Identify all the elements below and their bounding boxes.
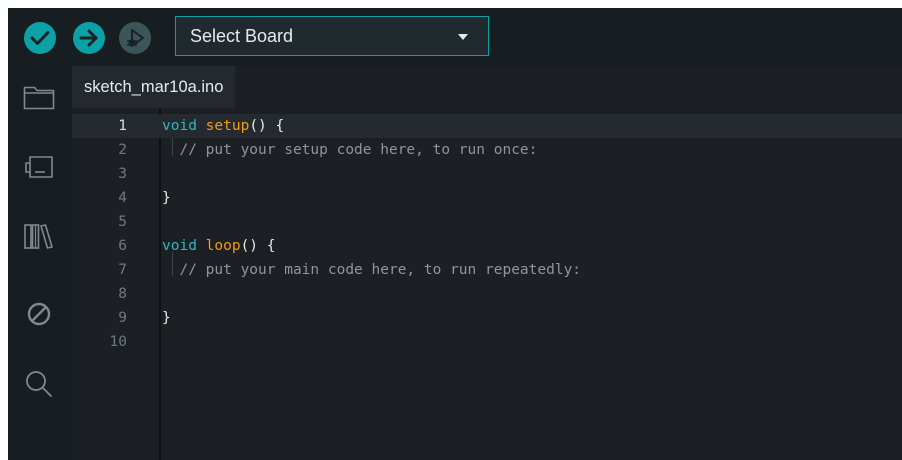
- line-number: 7: [118, 262, 127, 278]
- debug-button[interactable]: [119, 22, 151, 54]
- line-number: 6: [118, 238, 127, 254]
- code-line[interactable]: 5: [72, 210, 902, 234]
- upload-button[interactable]: [73, 22, 105, 54]
- search-icon: [26, 371, 52, 397]
- code-line[interactable]: 8: [72, 282, 902, 306]
- code-line[interactable]: 1 void setup() {: [72, 114, 902, 138]
- sidebar-item-debug[interactable]: [20, 295, 58, 333]
- code-token: }: [162, 190, 171, 206]
- board-select-dropdown[interactable]: Select Board: [175, 16, 489, 56]
- code-text: }: [162, 306, 171, 330]
- code-token: () {: [249, 118, 285, 134]
- code-line[interactable]: 6 void loop() {: [72, 234, 902, 258]
- arrow-right-icon: [79, 29, 98, 47]
- sidebar: [8, 66, 72, 460]
- code-editor[interactable]: 1 void setup() {2 // put your setup code …: [72, 108, 902, 460]
- sidebar-item-search[interactable]: [20, 365, 58, 403]
- sidebar-item-sketchbook[interactable]: [20, 78, 58, 116]
- code-token: }: [162, 310, 171, 326]
- code-text: void setup() {: [162, 114, 284, 138]
- code-token: void: [162, 118, 206, 134]
- ide-window: Select Board sketch_mar10a.ino 1 void se…: [8, 8, 902, 460]
- code-token: setup: [205, 118, 250, 134]
- tab-sketch-file[interactable]: sketch_mar10a.ino: [72, 66, 236, 108]
- line-number: 8: [118, 286, 127, 302]
- verify-button[interactable]: [24, 22, 56, 54]
- line-number: 9: [118, 310, 127, 326]
- code-line[interactable]: 3: [72, 162, 902, 186]
- code-token: // put your setup code here, to run once…: [162, 142, 538, 158]
- board-icon: [25, 156, 53, 178]
- library-icon: [24, 224, 53, 249]
- code-line[interactable]: 7 // put your main code here, to run rep…: [72, 258, 902, 282]
- checkmark-icon: [30, 31, 50, 45]
- code-line[interactable]: 2 // put your setup code here, to run on…: [72, 138, 902, 162]
- sidebar-item-boards-manager[interactable]: [20, 148, 58, 186]
- tab-bar: sketch_mar10a.ino: [72, 66, 902, 108]
- line-number: 10: [109, 334, 127, 350]
- line-number: 4: [118, 190, 127, 206]
- code-token: loop: [205, 238, 241, 254]
- code-line[interactable]: 4}: [72, 186, 902, 210]
- code-text: // put your main code here, to run repea…: [162, 258, 581, 282]
- code-token: void: [162, 238, 206, 254]
- folder-icon: [23, 86, 55, 110]
- caret-down-icon: [458, 34, 468, 40]
- line-number: 2: [118, 142, 127, 158]
- code-text: // put your setup code here, to run once…: [162, 138, 537, 162]
- code-line[interactable]: 9}: [72, 306, 902, 330]
- line-number: 5: [118, 214, 127, 230]
- no-entry-icon: [27, 302, 51, 326]
- toolbar: Select Board: [8, 8, 902, 66]
- line-number: 1: [118, 118, 127, 134]
- board-select-value: Select Board: [190, 25, 294, 46]
- code-text: }: [162, 186, 171, 210]
- code-line[interactable]: 10: [72, 330, 902, 354]
- code-token: () {: [240, 238, 276, 254]
- sidebar-item-library-manager[interactable]: [20, 217, 58, 255]
- debug-play-icon: [127, 29, 144, 47]
- code-token: // put your main code here, to run repea…: [162, 262, 582, 278]
- code-text: void loop() {: [162, 234, 276, 258]
- line-number: 3: [118, 166, 127, 182]
